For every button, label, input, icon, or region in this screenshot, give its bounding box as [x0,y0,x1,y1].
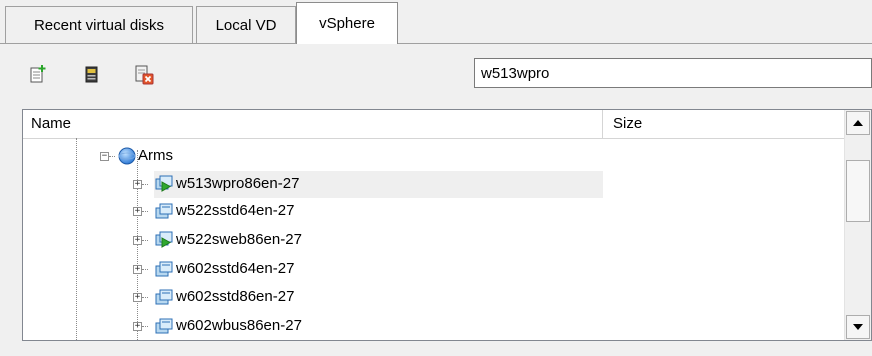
new-disk-icon[interactable] [27,63,49,85]
tab-local-vd[interactable]: Local VD [196,6,296,43]
tree-node-label: w602sstd86en-27 [176,288,295,305]
vm-running-icon [155,175,173,192]
tree-node-label: w522sstd64en-27 [176,202,295,219]
collapse-icon[interactable]: − [100,152,109,161]
tab-strip: Recent virtual disks Local VD vSphere [0,0,872,44]
tab-label: Local VD [215,16,277,34]
tab-recent-virtual-disks[interactable]: Recent virtual disks [5,6,193,43]
tab-divider [0,43,872,44]
vm-icon [155,318,173,334]
vsphere-tree-view[interactable]: Name Size − Arms + w513wpro86en-27 + w52… [22,109,872,341]
arrow-down-icon [853,324,863,330]
tree-node-vm[interactable]: + w602sstd86en-27 [23,284,845,311]
expand-icon[interactable]: + [133,293,142,302]
column-header-row: Name Size [23,110,845,139]
delete-disk-icon[interactable] [133,63,155,85]
tree-node-vm[interactable]: + w602wbus86en-27 [23,313,845,340]
disk-properties-icon[interactable] [81,63,103,85]
tree-node-vm[interactable]: + w522sweb86en-27 [23,227,845,254]
tree-node-label: Arms [138,147,173,164]
expand-icon[interactable]: + [133,265,142,274]
column-header-name[interactable]: Name [23,110,603,138]
tree-node-vm[interactable]: + w513wpro86en-27 [23,171,845,198]
expand-icon[interactable]: + [133,236,142,245]
tab-label: vSphere [319,15,375,32]
vm-icon [155,289,173,305]
column-header-size[interactable]: Size [604,110,845,138]
tree-node-label: w602sstd64en-27 [176,260,295,277]
scroll-thumb[interactable] [846,160,870,222]
search-input[interactable] [474,58,872,88]
globe-icon [118,147,136,165]
scroll-down-button[interactable] [846,315,870,339]
expand-icon[interactable]: + [133,180,142,189]
arrow-up-icon [853,120,863,126]
tree-node-label: w513wpro86en-27 [176,175,300,192]
expand-icon[interactable]: + [133,322,142,331]
tree-node-vm[interactable]: + w602sstd64en-27 [23,256,845,283]
tree-node-label: w602wbus86en-27 [176,317,302,334]
tree-node-label: w522sweb86en-27 [176,231,302,248]
tree-node-root[interactable]: − Arms [23,143,845,170]
scroll-up-button[interactable] [846,111,870,135]
vertical-scrollbar[interactable] [844,110,871,340]
tab-vsphere[interactable]: vSphere [296,2,398,44]
tab-label: Recent virtual disks [33,16,165,34]
vm-icon [155,261,173,277]
expand-icon[interactable]: + [133,207,142,216]
vm-running-icon [155,231,173,248]
vm-icon [155,203,173,219]
tree-node-vm[interactable]: + w522sstd64en-27 [23,198,845,225]
